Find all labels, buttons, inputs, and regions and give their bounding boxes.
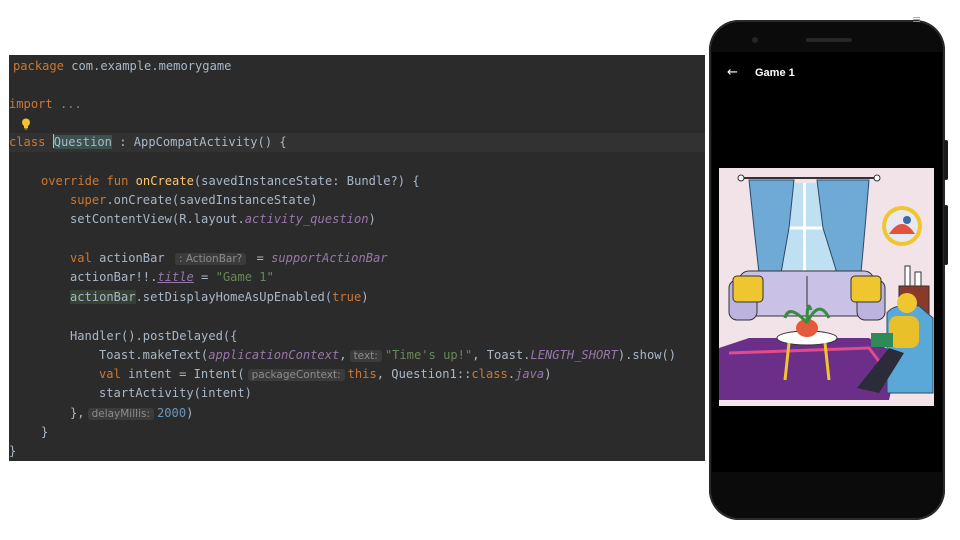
title-property: title <box>157 270 194 284</box>
val-keyword-intent: val <box>99 367 129 381</box>
true-keyword: true <box>332 290 362 304</box>
package-context-hint: packageContext: <box>247 369 345 381</box>
delay-millis-hint: delayMillis: <box>87 408 154 420</box>
homeup-variable: actionBar <box>70 290 136 304</box>
oncreate-function: onCreate <box>135 174 194 188</box>
postdelayed-close: }, <box>70 406 85 420</box>
code-line-super[interactable]: super.onCreate(savedInstanceState) <box>9 191 705 210</box>
code-line-postdelayed-close[interactable]: }, delayMillis: 2000) <box>9 404 705 423</box>
setcontentview-call: setContentView(R.layout. <box>70 212 245 226</box>
override-keyword: override fun <box>41 174 136 188</box>
title-assign: = <box>193 270 216 284</box>
code-line-homeup[interactable]: actionBar.setDisplayHomeAsUpEnabled(true… <box>9 288 705 307</box>
super-keyword: super <box>70 193 107 207</box>
code-line-actionbar[interactable]: val actionBar : ActionBar? = supportActi… <box>9 249 705 268</box>
intent-close: ) <box>544 367 552 381</box>
class-close-brace: } <box>9 444 17 458</box>
code-line-oncreate[interactable]: override fun onCreate(savedInstanceState… <box>9 172 705 191</box>
super-call: .onCreate(savedInstanceState) <box>106 193 318 207</box>
oncreate-params: (savedInstanceState: Bundle?) { <box>193 174 420 188</box>
lightbulb-icon[interactable] <box>21 118 31 130</box>
text-param-hint: text: <box>349 350 382 362</box>
code-line-setcontentview[interactable]: setContentView(R.layout.activity_questio… <box>9 210 705 229</box>
code-line-class-close[interactable]: } <box>9 442 705 461</box>
toast-call: Toast.makeText( <box>99 348 209 362</box>
support-actionbar-ref: supportActionBar <box>271 251 388 265</box>
toast-comma: , <box>339 348 347 362</box>
homeup-call: .setDisplayHomeAsUpEnabled( <box>135 290 333 304</box>
toast-end: ).show() <box>617 348 677 362</box>
code-line-intent[interactable]: val intent = Intent(packageContext: this,… <box>9 365 705 384</box>
intent-mid: , Question1:: <box>376 367 472 381</box>
layout-reference: activity_question <box>244 212 369 226</box>
import-keyword: import <box>9 97 53 111</box>
type-hint: : ActionBar? <box>174 253 247 265</box>
package-name: com.example.memorygame <box>63 59 232 73</box>
package-keyword: package <box>13 59 64 73</box>
app-title: Game 1 <box>755 67 795 79</box>
actionbar-variable: actionBar <box>99 251 172 265</box>
postdelayed-paren: ) <box>186 406 194 420</box>
homeup-close: ) <box>361 290 369 304</box>
toast-string: "Time's up!" <box>384 348 473 362</box>
code-line-handler[interactable]: Handler().postDelayed({ <box>9 327 705 346</box>
this-keyword: this <box>347 367 377 381</box>
delay-value: 2000 <box>157 406 187 420</box>
method-close-brace: } <box>41 425 49 439</box>
java-ref: java <box>515 367 545 381</box>
code-line-class[interactable]: class Question : AppCompatActivity() { <box>9 133 705 152</box>
toast-mid: , Toast. <box>472 348 531 362</box>
intent-declaration: intent = Intent( <box>128 367 245 381</box>
assign-operator: = <box>249 251 272 265</box>
close-paren: ) <box>368 212 376 226</box>
title-string: "Game 1" <box>215 270 274 284</box>
front-camera <box>752 37 758 43</box>
start-activity-call: startActivity(intent) <box>99 386 252 400</box>
code-line-method-close[interactable]: } <box>9 423 705 442</box>
class-signature: : AppCompatActivity() { <box>111 135 287 149</box>
power-button <box>944 205 948 265</box>
code-editor[interactable]: package com.example.memorygame import ..… <box>9 55 705 461</box>
class-ref-keyword: class <box>471 367 508 381</box>
length-short-ref: LENGTH_SHORT <box>530 348 618 362</box>
code-line-title[interactable]: actionBar!!.title = "Game 1" <box>9 268 705 287</box>
arrow-left-icon[interactable]: ← <box>727 64 743 82</box>
class-name: Question <box>53 135 112 149</box>
code-line-startactivity[interactable]: startActivity(intent) <box>9 384 705 403</box>
intent-dot: . <box>507 367 516 381</box>
class-keyword: class <box>9 135 46 149</box>
menu-icon[interactable]: ≡ <box>912 14 926 26</box>
code-line-toast[interactable]: Toast.makeText(applicationContext, text: "… <box>9 346 705 365</box>
earpiece-speaker <box>806 38 852 42</box>
handler-call: Handler().postDelayed({ <box>70 329 238 343</box>
import-fold[interactable]: ... <box>53 97 82 111</box>
code-line-import[interactable]: import ... <box>9 95 705 114</box>
code-line-package[interactable]: package com.example.memorygame <box>9 57 705 76</box>
actionbar-title-prefix: actionBar!!. <box>70 270 158 284</box>
app-bar <box>712 60 942 88</box>
volume-button <box>944 140 948 180</box>
application-context-ref: applicationContext <box>208 348 340 362</box>
val-keyword: val <box>70 251 100 265</box>
living-room-illustration <box>719 168 934 406</box>
